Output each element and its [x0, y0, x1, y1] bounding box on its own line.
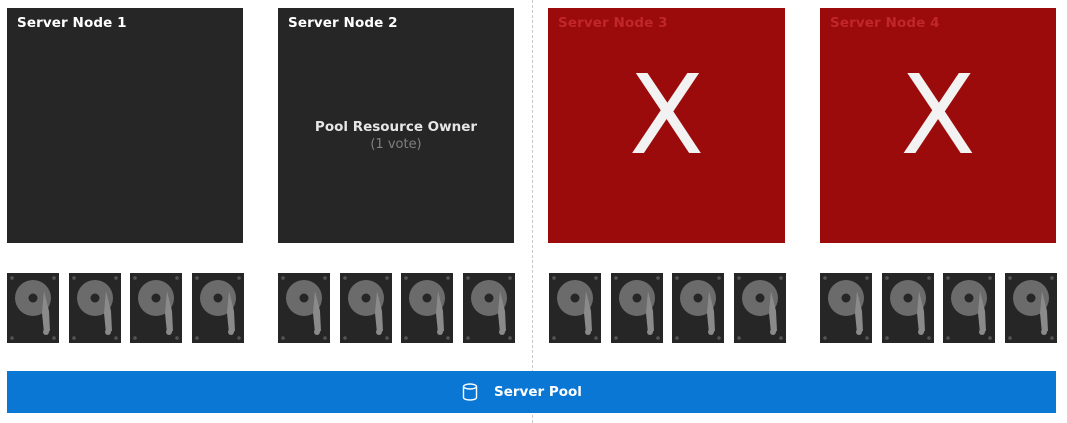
server-node-3: Server Node 3 X [548, 8, 785, 243]
hard-disk-icon [340, 273, 392, 343]
database-icon [462, 383, 478, 405]
hard-disk-icon [943, 273, 995, 343]
hard-disk-icon [463, 273, 515, 343]
hard-disk-icon [611, 273, 663, 343]
hard-disk-icon [401, 273, 453, 343]
hard-disk-icon [192, 273, 244, 343]
hard-disk-icon [278, 273, 330, 343]
hard-disk-icon [1005, 273, 1057, 343]
hard-disk-icon [672, 273, 724, 343]
server-pool-label: Server Pool [494, 384, 582, 400]
pool-resource-owner-label: Pool Resource Owner [314, 119, 478, 135]
server-pool-bar: Server Pool [7, 371, 1056, 413]
hard-disk-icon [7, 273, 59, 343]
server-node-2: Server Node 2 Pool Resource Owner (1 vot… [278, 8, 514, 243]
failed-x-icon: X [900, 51, 976, 179]
failed-x-icon: X [628, 51, 705, 179]
node-title: Server Node 4 [830, 15, 940, 31]
node-title: Server Node 3 [558, 15, 668, 31]
vote-count-label: (1 vote) [370, 137, 422, 152]
hard-disk-icon [734, 273, 786, 343]
server-node-4: Server Node 4 X [820, 8, 1056, 243]
hard-disk-icon [820, 273, 872, 343]
hard-disk-icon [130, 273, 182, 343]
fault-domain-divider [532, 0, 533, 423]
server-node-1: Server Node 1 [7, 8, 243, 243]
node-title: Server Node 2 [288, 15, 398, 31]
node-title: Server Node 1 [17, 15, 127, 31]
hard-disk-icon [69, 273, 121, 343]
hard-disk-icon [882, 273, 934, 343]
hard-disk-icon [549, 273, 601, 343]
